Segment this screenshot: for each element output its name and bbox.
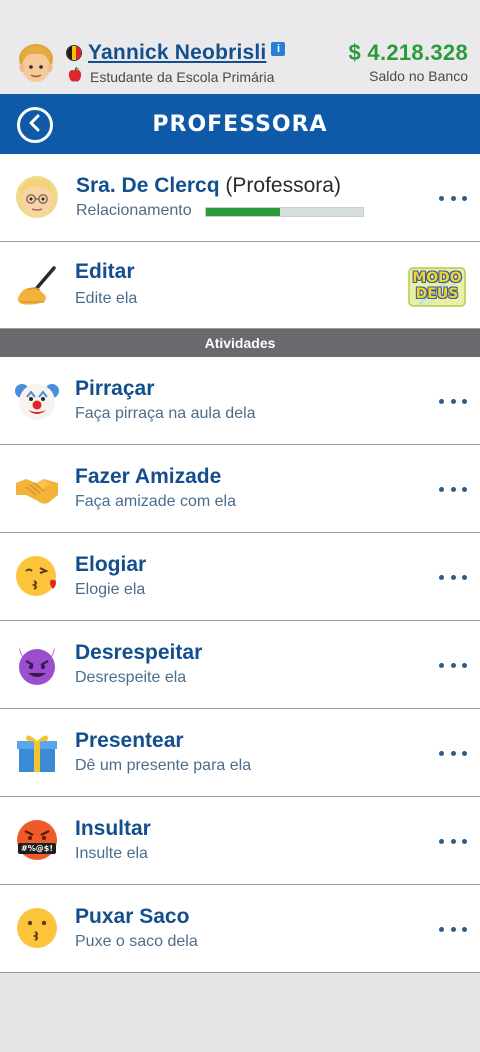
back-button[interactable] [17, 107, 53, 143]
dot [462, 750, 467, 756]
dot [462, 662, 467, 668]
activity-row[interactable]: Pirraçar Faça pirraça na aula dela [0, 357, 480, 445]
dot [439, 195, 444, 201]
kissing-face-icon [14, 905, 60, 951]
activity-more-button[interactable] [436, 919, 470, 939]
dot [450, 926, 456, 932]
dot [462, 195, 467, 201]
dot [462, 398, 467, 404]
clown-icon [14, 377, 60, 423]
swearing-face-icon: #%@$! [14, 817, 60, 863]
activity-title: Desrespeitar [75, 641, 203, 664]
activity-row[interactable]: Desrespeitar Desrespeite ela [0, 621, 480, 709]
activity-row[interactable]: Fazer Amizade Faça amizade com ela [0, 445, 480, 533]
writing-hand-icon [14, 262, 60, 308]
activity-subtitle: Faça amizade com ela [75, 493, 236, 510]
activity-more-button[interactable] [436, 391, 470, 411]
activity-subtitle: Desrespeite ela [75, 669, 187, 686]
dot [462, 574, 467, 580]
god-mode-line2: DEUS [415, 286, 459, 302]
player-name-row: Yannick Neobrisli i [66, 40, 286, 66]
activity-more-button[interactable] [436, 743, 470, 763]
dot [450, 398, 456, 404]
dot [462, 926, 467, 932]
activity-subtitle: Dê um presente para ela [75, 757, 252, 774]
relationship-bar-fill [206, 208, 280, 216]
edit-row[interactable]: Editar Edite ela MODO DEUS [0, 242, 480, 329]
dot [439, 838, 444, 844]
relationship-bar [205, 207, 364, 217]
activity-more-button[interactable] [436, 655, 470, 675]
dot [439, 486, 444, 492]
dot [462, 838, 467, 844]
god-mode-label: MODO DEUS [408, 270, 466, 302]
activity-subtitle: Elogie ela [75, 581, 146, 598]
page-header: PROFESSORA [0, 94, 480, 154]
activity-title: Fazer Amizade [75, 465, 222, 488]
bank-balance: $ 4.218.328 [348, 40, 468, 65]
activity-title: Elogiar [75, 553, 147, 576]
bank-balance-label: Saldo no Banco [369, 68, 468, 84]
dot [439, 662, 444, 668]
activity-more-button[interactable] [436, 831, 470, 851]
dot [439, 750, 444, 756]
teacher-name: Sra. De Clercq [76, 174, 220, 197]
dot [450, 486, 456, 492]
activity-row[interactable]: Puxar Saco Puxe o saco dela [0, 885, 480, 973]
dot [439, 398, 444, 404]
devil-face-icon [14, 641, 60, 687]
activity-row[interactable]: Elogiar Elogie ela [0, 533, 480, 621]
activity-row[interactable]: #%@$! Insultar Insulte ela [0, 797, 480, 885]
dot [462, 486, 467, 492]
activity-title: Insultar [75, 817, 151, 840]
teacher-more-button[interactable] [436, 188, 470, 208]
dot [439, 926, 444, 932]
dot [450, 195, 456, 201]
main-content: Sra. De Clercq (Professora) Relacionamen… [0, 154, 480, 973]
teacher-role: (Professora) [225, 174, 341, 197]
player-status-row: Estudante da Escola Primária [68, 66, 275, 88]
activity-more-button[interactable] [436, 567, 470, 587]
section-header-activities: Atividades [0, 329, 480, 357]
player-status: Estudante da Escola Primária [90, 69, 275, 85]
dot [450, 662, 456, 668]
edit-subtitle: Edite ela [75, 290, 138, 307]
flag-stripe-3 [76, 46, 81, 60]
handshake-icon [14, 465, 60, 511]
player-name[interactable]: Yannick Neobrisli [88, 41, 266, 65]
swearing-symbols: #%@$! [21, 844, 53, 853]
apple-icon [68, 66, 82, 88]
chevron-left-icon [28, 114, 42, 137]
activity-row[interactable]: Presentear Dê um presente para ela [0, 709, 480, 797]
dot [450, 838, 456, 844]
god-mode-line1: MODO [412, 270, 462, 286]
activity-more-button[interactable] [436, 479, 470, 499]
activity-title: Puxar Saco [75, 905, 190, 928]
teacher-avatar [14, 174, 60, 220]
teacher-row[interactable]: Sra. De Clercq (Professora) Relacionamen… [0, 154, 480, 242]
activity-title: Presentear [75, 729, 184, 752]
activity-subtitle: Puxe o saco dela [75, 933, 198, 950]
gift-icon [14, 729, 60, 775]
dot [439, 574, 444, 580]
dot [450, 574, 456, 580]
god-mode-badge[interactable]: MODO DEUS [408, 267, 466, 307]
kiss-face-icon [14, 553, 60, 599]
info-icon[interactable]: i [271, 42, 286, 56]
edit-title: Editar [75, 260, 135, 283]
relationship-label: Relacionamento [76, 202, 192, 219]
activity-subtitle: Insulte ela [75, 845, 148, 862]
activity-title: Pirraçar [75, 377, 155, 400]
page-title: PROFESSORA [152, 111, 328, 137]
status-bar: Yannick Neobrisli i Estudante da Escola … [0, 0, 480, 94]
dot [450, 750, 456, 756]
teacher-name-line: Sra. De Clercq (Professora) [76, 174, 341, 198]
activity-subtitle: Faça pirraça na aula dela [75, 405, 256, 422]
player-avatar[interactable] [12, 40, 60, 88]
flag-icon [66, 45, 82, 61]
